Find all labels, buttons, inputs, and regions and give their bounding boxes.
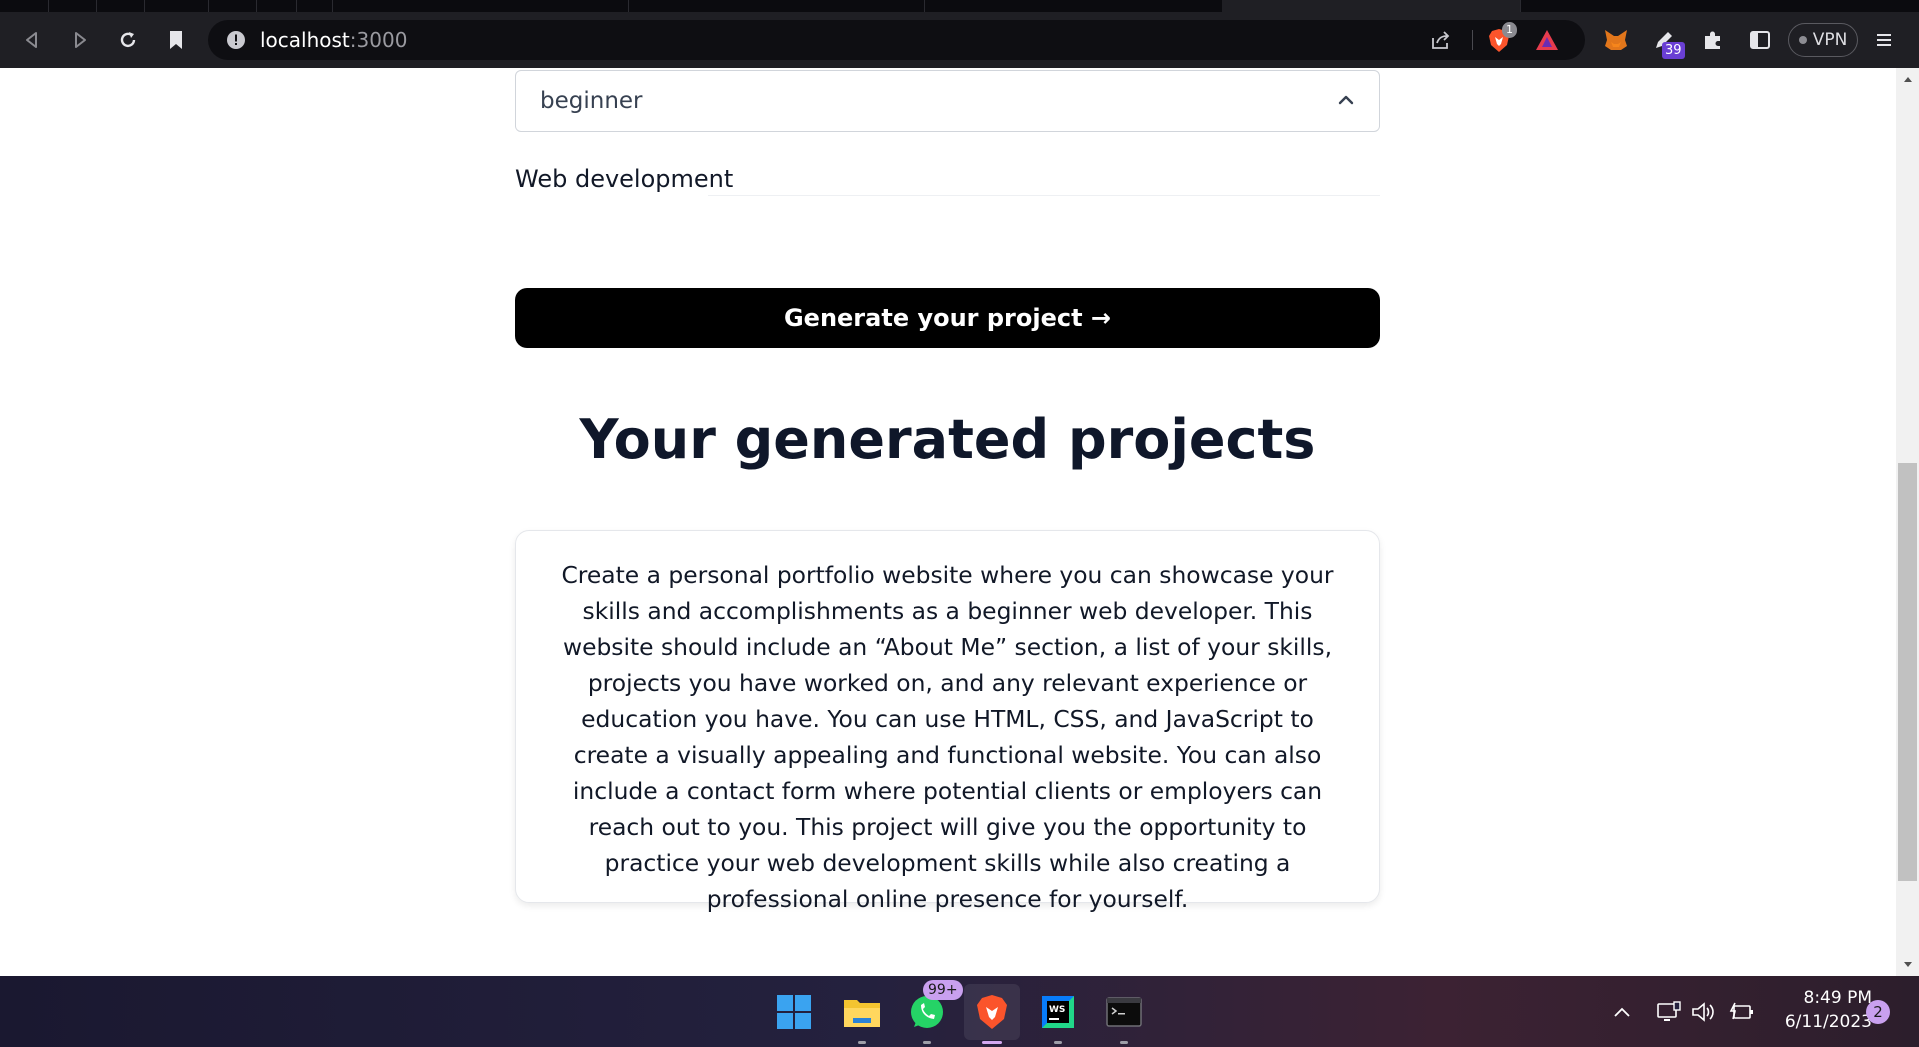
back-icon	[26, 32, 37, 48]
windows-taskbar: 99+ WS 8:49 PM 6/11/2023 2	[0, 976, 1919, 1047]
level-select[interactable]: beginner	[515, 70, 1380, 132]
project-card[interactable]: Create a personal portfolio website wher…	[515, 530, 1380, 913]
forward-button[interactable]	[64, 24, 96, 56]
vpn-status-dot	[1798, 36, 1807, 44]
sidebar-toggle-button[interactable]	[1744, 24, 1776, 56]
extension-with-badge[interactable]: 39	[1648, 24, 1685, 59]
browser-tab[interactable]	[208, 0, 257, 12]
page-content: beginner Web development Generate your p…	[0, 68, 1896, 976]
reload-button[interactable]	[112, 24, 144, 56]
active-indicator	[982, 1041, 1002, 1044]
running-indicator	[923, 1041, 931, 1044]
url-port: :3000	[349, 28, 408, 52]
scroll-up-button[interactable]	[1896, 68, 1919, 90]
shield-count-badge: 1	[1502, 22, 1517, 38]
browser-tab-active[interactable]	[1222, 0, 1521, 12]
share-icon	[1432, 31, 1450, 49]
url-text: localhost:3000	[260, 20, 407, 60]
browser-tab[interactable]	[96, 0, 145, 12]
tab-strip	[0, 0, 1919, 12]
divider	[708, 195, 1380, 196]
share-button[interactable]	[1428, 26, 1456, 54]
scroll-up-arrow-icon	[1903, 77, 1912, 82]
brave-rewards-icon	[1536, 30, 1558, 50]
browser-tab[interactable]	[256, 0, 297, 12]
browser-tab[interactable]	[0, 0, 49, 12]
network-tray-button[interactable]	[1655, 998, 1683, 1026]
terminal-app[interactable]	[1102, 990, 1146, 1044]
folder-icon	[844, 1000, 880, 1027]
whatsapp-unread-badge: 99+	[923, 980, 963, 1000]
chevron-up-icon	[1338, 95, 1354, 105]
brave-shields-button[interactable]: 1	[1486, 22, 1517, 56]
vpn-button[interactable]: VPN	[1788, 23, 1858, 57]
back-button[interactable]	[16, 24, 48, 56]
bookmark-icon	[170, 31, 182, 49]
browser-tab[interactable]	[144, 0, 209, 12]
browser-tab[interactable]	[48, 0, 97, 12]
speaker-icon	[1692, 1002, 1714, 1022]
browser-tab[interactable]	[332, 0, 629, 12]
battery-charging-icon	[1729, 1002, 1753, 1020]
browser-tab[interactable]	[296, 0, 333, 12]
level-select-value: beginner	[540, 88, 643, 114]
reload-icon	[120, 32, 136, 48]
generate-project-button[interactable]: Generate your project →	[515, 288, 1380, 348]
menu-button[interactable]	[1868, 24, 1900, 56]
browser-tab[interactable]	[628, 0, 925, 12]
clock-time: 8:49 PM	[1803, 988, 1873, 1008]
results-heading: Your generated projects	[579, 408, 1316, 471]
webstorm-app[interactable]: WS	[1036, 990, 1080, 1044]
start-button[interactable]	[772, 990, 816, 1034]
notification-center-badge[interactable]: 2	[1866, 1000, 1890, 1024]
sidebar-icon	[1750, 31, 1770, 49]
whatsapp-app[interactable]: 99+	[905, 980, 963, 1044]
chevron-up-icon	[1614, 1007, 1630, 1017]
running-indicator	[858, 1041, 866, 1044]
forward-icon	[75, 32, 86, 48]
topic-input[interactable]: Web development	[515, 164, 733, 194]
info-icon	[227, 31, 245, 49]
brave-browser-app[interactable]	[970, 990, 1014, 1044]
brave-lion-icon	[977, 995, 1007, 1029]
divider	[1472, 30, 1473, 50]
address-bar[interactable]: localhost:3000 1	[208, 20, 1585, 60]
windows-logo-icon	[777, 995, 811, 1029]
extension-badge: 39	[1662, 42, 1685, 59]
page-scrollbar[interactable]	[1896, 68, 1919, 976]
show-hidden-icons-button[interactable]	[1608, 998, 1636, 1026]
puzzle-icon	[1705, 31, 1720, 49]
project-description: Create a personal portfolio website wher…	[561, 561, 1334, 913]
volume-tray-button[interactable]	[1690, 998, 1718, 1026]
hamburger-icon	[1877, 34, 1891, 46]
terminal-icon	[1106, 997, 1142, 1027]
metamask-fox-icon	[1605, 30, 1627, 50]
browser-tab[interactable]	[924, 0, 1223, 12]
battery-tray-button[interactable]	[1728, 998, 1756, 1026]
running-indicator	[1120, 1041, 1128, 1044]
extensions-button[interactable]	[1697, 24, 1729, 56]
file-explorer-app[interactable]	[840, 990, 884, 1044]
scrollbar-thumb[interactable]	[1898, 463, 1917, 881]
vpn-label: VPN	[1812, 30, 1848, 50]
network-icon	[1657, 1001, 1681, 1021]
scroll-down-button[interactable]	[1896, 954, 1919, 976]
bookmark-button[interactable]	[160, 24, 192, 56]
scroll-down-arrow-icon	[1903, 962, 1912, 967]
url-host: localhost	[260, 28, 350, 52]
brave-rewards-button[interactable]	[1533, 26, 1561, 54]
webstorm-icon: WS	[1042, 996, 1074, 1028]
svg-text:WS: WS	[1049, 1005, 1065, 1015]
running-indicator	[1054, 1041, 1062, 1044]
metamask-extension[interactable]	[1600, 24, 1632, 56]
clock-date: 6/11/2023	[1784, 1012, 1872, 1032]
browser-toolbar: localhost:3000 1 39 VPN	[0, 12, 1919, 68]
